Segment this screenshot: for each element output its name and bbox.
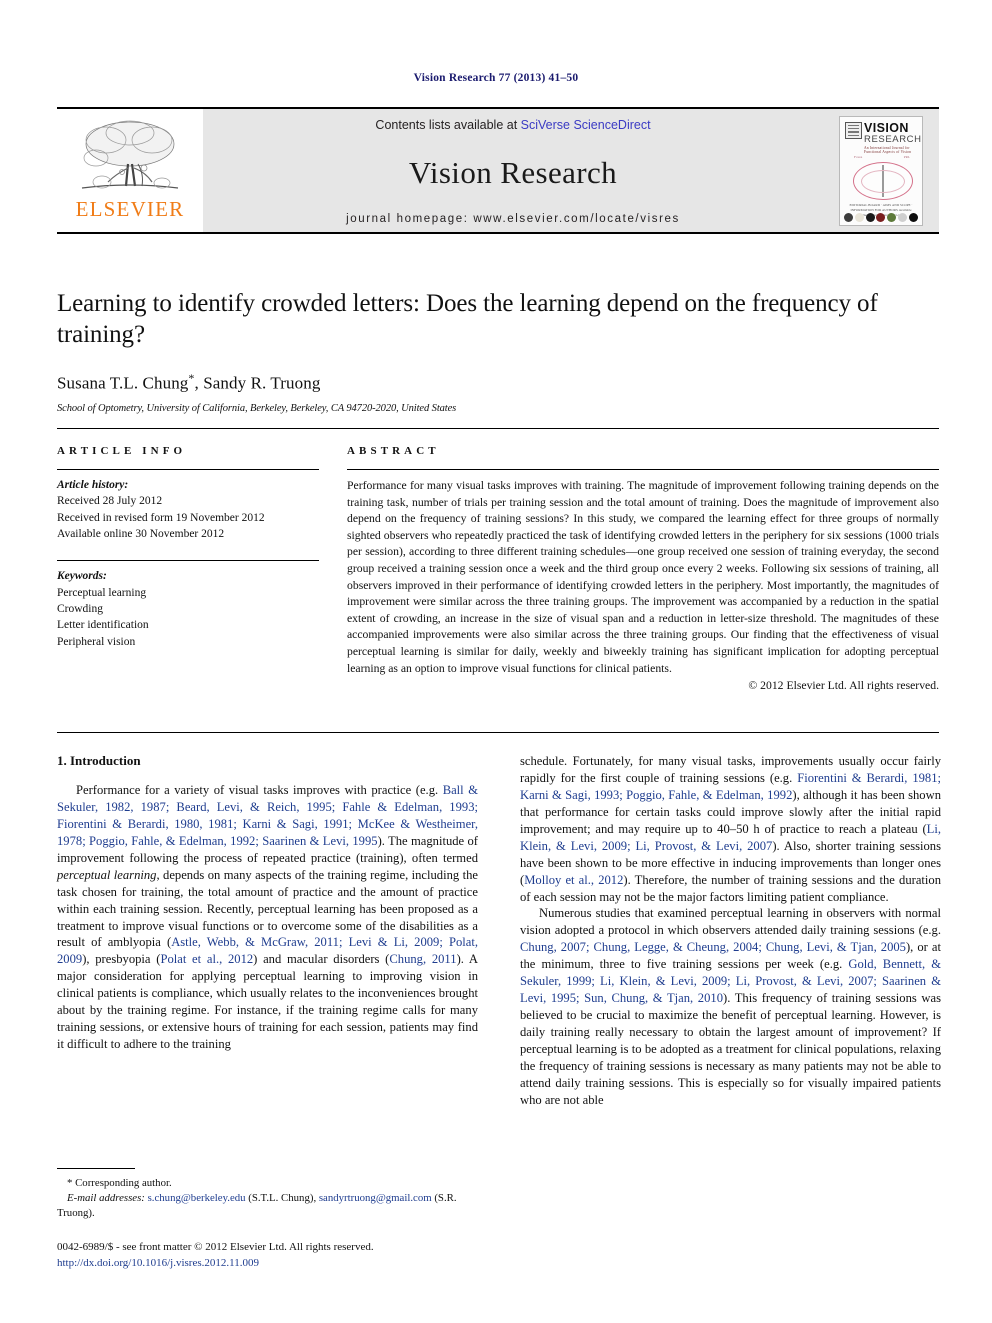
keyword-item: Crowding	[57, 602, 103, 615]
running-head: Vision Research 77 (2013) 41–50	[413, 72, 579, 84]
elsevier-wordmark: ELSEVIER	[75, 197, 185, 221]
author-list: Susana T.L. Chung*, Sandy R. Truong	[57, 371, 939, 394]
cover-badge-icon	[845, 121, 862, 139]
issn-copyright-line: 0042-6989/$ - see front matter © 2012 El…	[57, 1241, 374, 1253]
section-heading-introduction: 1. Introduction	[57, 753, 141, 768]
abstract-column: ABSTRACT Performance for many visual tas…	[347, 445, 939, 692]
article-info-heading: ARTICLE INFO	[57, 445, 187, 457]
body-column-left: 1. Introduction Performance for a variet…	[57, 753, 478, 1109]
body-column-right: schedule. Fortunately, for many visual t…	[520, 753, 941, 1109]
article-history: Article history: Received 28 July 2012 R…	[57, 470, 319, 542]
masthead-center: Contents lists available at SciVerse Sci…	[203, 109, 823, 232]
citation-link[interactable]: Molloy et al., 2012	[524, 873, 623, 887]
intro-paragraph-left: Performance for a variety of visual task…	[57, 782, 478, 1053]
keyword-item: Letter identification	[57, 619, 149, 632]
corresponding-author-text: Corresponding author.	[75, 1177, 172, 1189]
body-columns: 1. Introduction Performance for a variet…	[57, 753, 941, 1109]
abstract-heading: ABSTRACT	[347, 445, 440, 457]
title-block: Learning to identify crowded letters: Do…	[57, 288, 939, 414]
publisher-logo: ELSEVIER	[57, 109, 203, 232]
elsevier-tree-icon	[81, 120, 179, 189]
intro-paragraph-right-2: Numerous studies that examined perceptua…	[520, 905, 941, 1108]
affiliation: School of Optometry, University of Calif…	[57, 403, 457, 415]
intro-text: ). This frequency of training sessions w…	[520, 991, 941, 1107]
cover-thumbnail-strip	[844, 212, 918, 222]
cover-eye-marks: Fovea PRL	[854, 155, 910, 159]
imprint-block: 0042-6989/$ - see front matter © 2012 El…	[57, 1240, 557, 1272]
email-note: E-mail addresses: s.chung@berkeley.edu (…	[57, 1191, 478, 1221]
intro-text: ) and macular disorders (	[253, 952, 390, 967]
cover-dot	[865, 212, 875, 222]
intro-text: Performance for a variety of visual task…	[76, 783, 443, 797]
contents-available-line: Contents lists available at SciVerse Sci…	[375, 118, 650, 132]
journal-title: Vision Research	[408, 155, 618, 190]
cover-dot	[876, 212, 886, 222]
footnote-divider	[57, 1168, 135, 1169]
intro-text: Numerous studies that examined perceptua…	[520, 906, 941, 938]
cover-eye-diagram	[853, 161, 913, 200]
emphasis-perceptual-learning: perceptual learning	[57, 867, 157, 882]
masthead-right: VISION RESEARCH An International Journal…	[823, 109, 939, 232]
column-gap	[319, 445, 347, 692]
email-owner: (S.T.L. Chung),	[245, 1192, 319, 1205]
corresponding-author-note: * Corresponding author.	[57, 1176, 478, 1191]
email-link-secondary[interactable]: sandyrtruong@gmail.com	[319, 1192, 432, 1204]
intro-text: ). A major consideration for applying pe…	[57, 952, 479, 1052]
intro-paragraph-right-1: schedule. Fortunately, for many visual t…	[520, 753, 941, 905]
email-link-primary[interactable]: s.chung@berkeley.edu	[148, 1192, 246, 1204]
doi-link[interactable]: http://dx.doi.org/10.1016/j.visres.2012.…	[57, 1256, 557, 1272]
cover-subtitle: RESEARCH	[864, 133, 922, 145]
journal-cover-thumbnail: VISION RESEARCH An International Journal…	[839, 115, 923, 226]
citation-link[interactable]: Chung, 2007; Chung, Legge, & Cheung, 200…	[520, 940, 906, 954]
cover-tagline: An International Journal for Functional …	[864, 145, 912, 154]
cover-dot	[887, 212, 897, 222]
info-abstract-region: ARTICLE INFO Article history: Received 2…	[57, 428, 939, 692]
keyword-item: Peripheral vision	[57, 635, 136, 648]
abstract-bottom-rule	[57, 732, 939, 733]
citation-link[interactable]: Polat et al., 2012	[160, 952, 253, 966]
footnote-block: * Corresponding author. E-mail addresses…	[57, 1168, 478, 1221]
article-history-item: Available online 30 November 2012	[57, 527, 225, 540]
author-secondary: , Sandy R. Truong	[194, 373, 321, 393]
journal-homepage-link[interactable]: journal homepage: www.elsevier.com/locat…	[346, 213, 680, 225]
intro-text: ), presbyopia (	[82, 952, 161, 967]
keyword-item: Perceptual learning	[57, 586, 147, 599]
keywords-label: Keywords:	[57, 570, 107, 583]
journal-masthead: ELSEVIER Contents lists available at Sci…	[57, 107, 939, 234]
cover-mark-left: Fovea	[854, 154, 863, 159]
email-label: E-mail addresses:	[67, 1192, 145, 1205]
body-column-gap	[478, 753, 520, 1109]
keywords-rule	[57, 560, 319, 562]
cover-dot	[854, 212, 864, 222]
author-primary: Susana T.L. Chung	[57, 373, 189, 393]
article-history-item: Received 28 July 2012	[57, 495, 163, 508]
paper-title: Learning to identify crowded letters: Do…	[57, 290, 878, 349]
keywords-group: Keywords: Perceptual learning Crowding L…	[57, 553, 319, 650]
cover-title: VISION	[864, 120, 909, 135]
abstract-text: Performance for many visual tasks improv…	[347, 479, 939, 675]
asterisk-icon: *	[67, 1177, 76, 1189]
cover-dot	[898, 212, 908, 222]
paper-page: Vision Research 77 (2013) 41–50 ELSEVIER…	[0, 0, 992, 1323]
contents-prefix: Contents lists available at	[375, 118, 521, 132]
article-info-column: ARTICLE INFO Article history: Received 2…	[57, 445, 319, 692]
cover-dot	[908, 212, 918, 222]
abstract-copyright: © 2012 Elsevier Ltd. All rights reserved…	[748, 679, 939, 693]
citation-link[interactable]: Chung, 2011	[389, 952, 456, 966]
article-history-item: Received in revised form 19 November 201…	[57, 511, 265, 524]
sciencedirect-link[interactable]: SciVerse ScienceDirect	[521, 118, 651, 132]
cover-dot	[844, 212, 853, 222]
article-history-label: Article history:	[57, 479, 129, 491]
cover-mark-right: PRL	[903, 154, 910, 159]
